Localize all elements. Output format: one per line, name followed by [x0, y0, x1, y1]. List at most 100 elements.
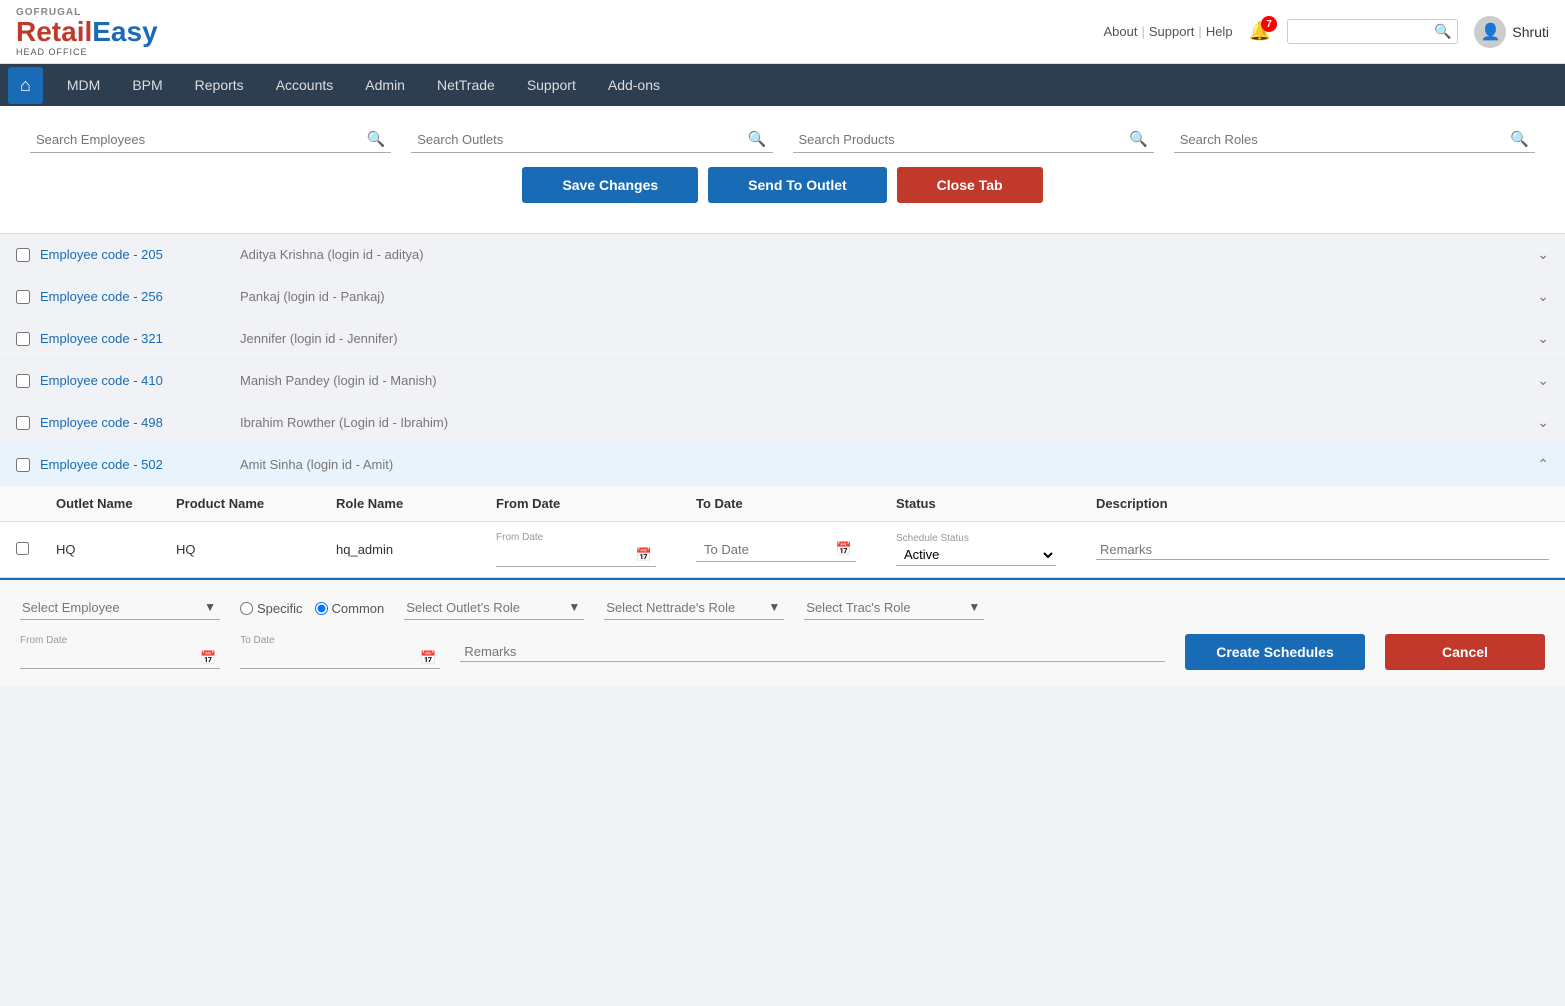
- search-outlets-icon[interactable]: 🔍: [748, 130, 767, 148]
- employee-code-502: Employee code - 502: [40, 457, 240, 472]
- search-roles-field[interactable]: 🔍: [1174, 126, 1535, 153]
- nav-item-addons[interactable]: Add-ons: [592, 67, 676, 103]
- select-outlets-role-wrap: Select Outlet's Role ▼: [404, 596, 584, 620]
- header-search-button[interactable]: 🔍: [1434, 23, 1451, 40]
- select-outlets-role[interactable]: Select Outlet's Role: [404, 596, 584, 620]
- search-products-icon[interactable]: 🔍: [1129, 130, 1148, 148]
- employee-code-498: Employee code - 498: [40, 415, 240, 430]
- row-to-date-cell: 📅: [696, 538, 896, 562]
- bell-wrap[interactable]: 🔔 7: [1249, 21, 1271, 42]
- col-header-checkbox: [16, 496, 56, 511]
- from-date-form-calendar-icon[interactable]: 📅: [200, 650, 216, 666]
- radio-specific-label[interactable]: Specific: [240, 601, 303, 616]
- logo-headoffice: HEAD OFFICE: [16, 47, 158, 57]
- employee-checkbox-321[interactable]: [16, 332, 30, 346]
- status-select[interactable]: Active Inactive: [896, 544, 1056, 566]
- employee-row-410[interactable]: Employee code - 410 Manish Pandey (login…: [0, 360, 1565, 402]
- from-date-wrap[interactable]: 15/01/2024 📅: [496, 543, 656, 567]
- search-outlets-field[interactable]: 🔍: [411, 126, 772, 153]
- search-outlets-input[interactable]: [417, 132, 748, 147]
- employee-code-256: Employee code - 256: [40, 289, 240, 304]
- to-date-calendar-icon[interactable]: 📅: [836, 541, 852, 557]
- create-schedules-button[interactable]: Create Schedules: [1185, 634, 1365, 670]
- logo-easy-text: Easy: [92, 16, 157, 47]
- select-trac-role[interactable]: Select Trac's Role: [804, 596, 984, 620]
- employee-row-321[interactable]: Employee code - 321 Jennifer (login id -…: [0, 318, 1565, 360]
- select-employee[interactable]: Select Employee: [20, 596, 220, 620]
- row-product: HQ: [176, 542, 336, 557]
- header-right: About | Support | Help 🔔 7 🔍 👤 Shruti: [1104, 16, 1550, 48]
- from-date-form-input[interactable]: 21/03/2024: [24, 651, 200, 666]
- support-link[interactable]: Support: [1149, 24, 1195, 39]
- from-date-calendar-icon[interactable]: 📅: [636, 547, 652, 563]
- col-header-status: Status: [896, 496, 1096, 511]
- from-date-form-input-wrap[interactable]: 21/03/2024 📅: [20, 648, 220, 669]
- save-changes-button[interactable]: Save Changes: [522, 167, 698, 203]
- cancel-button[interactable]: Cancel: [1385, 634, 1545, 670]
- to-date-form-input-wrap[interactable]: 📅: [240, 648, 440, 669]
- about-link[interactable]: About: [1104, 24, 1138, 39]
- employee-row-205[interactable]: Employee code - 205 Aditya Krishna (logi…: [0, 234, 1565, 276]
- employee-info-256: Pankaj (login id - Pankaj): [240, 289, 1537, 304]
- user-name: Shruti: [1512, 24, 1549, 40]
- radio-group: Specific Common: [240, 601, 384, 616]
- button-row: Save Changes Send To Outlet Close Tab: [30, 167, 1535, 203]
- search-employees-field[interactable]: 🔍: [30, 126, 391, 153]
- employee-row-256[interactable]: Employee code - 256 Pankaj (login id - P…: [0, 276, 1565, 318]
- employee-checkbox-410[interactable]: [16, 374, 30, 388]
- search-products-input[interactable]: [799, 132, 1130, 147]
- to-date-input[interactable]: [700, 540, 836, 559]
- search-roles-icon[interactable]: 🔍: [1510, 130, 1529, 148]
- from-date-label: From Date: [496, 532, 696, 543]
- select-nettrade-role[interactable]: Select Nettrade's Role: [604, 596, 784, 620]
- nav-item-reports[interactable]: Reports: [179, 67, 260, 103]
- sep1: |: [1141, 24, 1144, 39]
- nav-item-bpm[interactable]: BPM: [116, 67, 178, 103]
- col-header-from: From Date: [496, 496, 696, 511]
- search-employees-input[interactable]: [36, 132, 367, 147]
- employee-row-502[interactable]: Employee code - 502 Amit Sinha (login id…: [0, 444, 1565, 486]
- schedule-row-checkbox[interactable]: [16, 542, 29, 555]
- search-products-field[interactable]: 🔍: [793, 126, 1154, 153]
- radio-common[interactable]: [315, 602, 328, 615]
- remarks-form-input[interactable]: [464, 644, 1161, 659]
- send-to-outlet-button[interactable]: Send To Outlet: [708, 167, 887, 203]
- header-search[interactable]: 🔍: [1287, 19, 1458, 44]
- row-status-cell: Schedule Status Active Inactive: [896, 533, 1096, 566]
- close-tab-button[interactable]: Close Tab: [897, 167, 1043, 203]
- help-link[interactable]: Help: [1206, 24, 1233, 39]
- to-date-form-input[interactable]: [244, 651, 420, 666]
- bottom-row2: From Date 21/03/2024 📅 To Date 📅 Create …: [20, 634, 1545, 670]
- employee-checkbox-256[interactable]: [16, 290, 30, 304]
- from-date-input[interactable]: 15/01/2024: [500, 545, 636, 564]
- nav-item-accounts[interactable]: Accounts: [260, 67, 350, 103]
- radio-specific[interactable]: [240, 602, 253, 615]
- to-date-form-calendar-icon[interactable]: 📅: [420, 650, 436, 666]
- content: 🔍 🔍 🔍 🔍 Save Changes Send To Outlet Clos…: [0, 106, 1565, 233]
- status-select-label: Schedule Status: [896, 533, 1096, 544]
- to-date-wrap[interactable]: 📅: [696, 538, 856, 562]
- nav-home-button[interactable]: ⌂: [8, 67, 43, 104]
- employee-list: Employee code - 205 Aditya Krishna (logi…: [0, 233, 1565, 578]
- select-nettrade-role-wrap: Select Nettrade's Role ▼: [604, 596, 784, 620]
- nav-item-mdm[interactable]: MDM: [51, 67, 116, 103]
- employee-checkbox-502[interactable]: [16, 458, 30, 472]
- radio-common-label[interactable]: Common: [315, 601, 385, 616]
- header-search-input[interactable]: [1294, 24, 1434, 39]
- user-area[interactable]: 👤 Shruti: [1474, 16, 1549, 48]
- nav-item-nettrade[interactable]: NetTrade: [421, 67, 511, 103]
- employee-checkbox-205[interactable]: [16, 248, 30, 262]
- search-row: 🔍 🔍 🔍 🔍: [30, 126, 1535, 153]
- nav-item-admin[interactable]: Admin: [349, 67, 421, 103]
- col-header-role: Role Name: [336, 496, 496, 511]
- nav-item-support[interactable]: Support: [511, 67, 592, 103]
- remarks-form-wrap: [460, 642, 1165, 662]
- search-roles-input[interactable]: [1180, 132, 1511, 147]
- radio-specific-text: Specific: [257, 601, 303, 616]
- search-employees-icon[interactable]: 🔍: [367, 130, 386, 148]
- row-outlet: HQ: [56, 542, 176, 557]
- employee-row-498[interactable]: Employee code - 498 Ibrahim Rowther (Log…: [0, 402, 1565, 444]
- employee-checkbox-498[interactable]: [16, 416, 30, 430]
- remarks-input[interactable]: [1096, 540, 1549, 560]
- col-header-product: Product Name: [176, 496, 336, 511]
